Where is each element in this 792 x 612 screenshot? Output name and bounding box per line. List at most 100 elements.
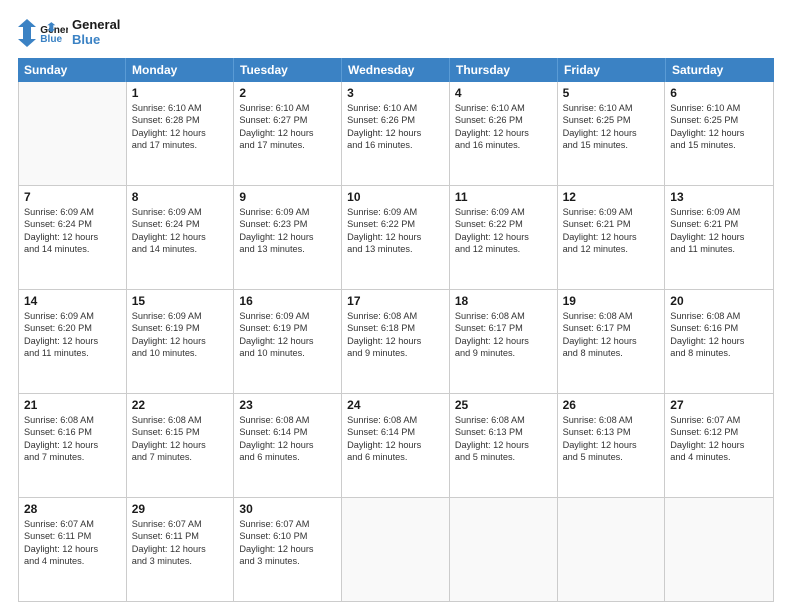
day-number: 16 [239, 294, 336, 308]
cell-line: Sunset: 6:11 PM [24, 530, 121, 542]
day-number: 6 [670, 86, 768, 100]
cell-line: Sunset: 6:24 PM [24, 218, 121, 230]
cell-line: and 16 minutes. [347, 139, 444, 151]
cell-line: Daylight: 12 hours [24, 335, 121, 347]
cell-line: Sunrise: 6:09 AM [24, 310, 121, 322]
cell-line: and 6 minutes. [239, 451, 336, 463]
cell-line: Daylight: 12 hours [239, 127, 336, 139]
cell-line: and 10 minutes. [132, 347, 229, 359]
cell-line: Sunrise: 6:08 AM [132, 414, 229, 426]
cell-line: and 6 minutes. [347, 451, 444, 463]
header-day-thursday: Thursday [450, 58, 558, 82]
cell-line: Daylight: 12 hours [239, 231, 336, 243]
cell-line: Daylight: 12 hours [563, 335, 660, 347]
calendar-cell-empty-4-3 [342, 498, 450, 601]
calendar-cell-4: 4Sunrise: 6:10 AMSunset: 6:26 PMDaylight… [450, 82, 558, 185]
cell-line: Sunrise: 6:08 AM [239, 414, 336, 426]
calendar-cell-18: 18Sunrise: 6:08 AMSunset: 6:17 PMDayligh… [450, 290, 558, 393]
cell-line: Sunrise: 6:09 AM [563, 206, 660, 218]
cell-line: Sunrise: 6:09 AM [239, 310, 336, 322]
calendar: SundayMondayTuesdayWednesdayThursdayFrid… [18, 58, 774, 602]
cell-line: Daylight: 12 hours [239, 439, 336, 451]
cell-line: and 9 minutes. [347, 347, 444, 359]
cell-line: Sunset: 6:28 PM [132, 114, 229, 126]
cell-line: Sunrise: 6:07 AM [132, 518, 229, 530]
calendar-cell-11: 11Sunrise: 6:09 AMSunset: 6:22 PMDayligh… [450, 186, 558, 289]
day-number: 23 [239, 398, 336, 412]
day-number: 28 [24, 502, 121, 516]
page: General Blue General Blue SundayMondayTu… [0, 0, 792, 612]
day-number: 3 [347, 86, 444, 100]
cell-line: Sunset: 6:21 PM [563, 218, 660, 230]
cell-line: Daylight: 12 hours [455, 439, 552, 451]
cell-line: Sunrise: 6:10 AM [455, 102, 552, 114]
header: General Blue General Blue [18, 18, 774, 48]
cell-line: and 13 minutes. [239, 243, 336, 255]
logo-icon: General Blue [40, 22, 68, 44]
day-number: 9 [239, 190, 336, 204]
day-number: 5 [563, 86, 660, 100]
cell-line: Daylight: 12 hours [24, 543, 121, 555]
cell-line: Sunrise: 6:10 AM [132, 102, 229, 114]
cell-line: Sunrise: 6:08 AM [563, 310, 660, 322]
day-number: 18 [455, 294, 552, 308]
cell-line: Daylight: 12 hours [455, 127, 552, 139]
header-day-saturday: Saturday [666, 58, 774, 82]
calendar-cell-25: 25Sunrise: 6:08 AMSunset: 6:13 PMDayligh… [450, 394, 558, 497]
cell-line: Daylight: 12 hours [24, 439, 121, 451]
calendar-cell-10: 10Sunrise: 6:09 AMSunset: 6:22 PMDayligh… [342, 186, 450, 289]
day-number: 26 [563, 398, 660, 412]
cell-line: Sunset: 6:17 PM [563, 322, 660, 334]
cell-line: and 10 minutes. [239, 347, 336, 359]
cell-line: Sunset: 6:10 PM [239, 530, 336, 542]
cell-line: Sunrise: 6:10 AM [563, 102, 660, 114]
calendar-header: SundayMondayTuesdayWednesdayThursdayFrid… [18, 58, 774, 82]
calendar-cell-7: 7Sunrise: 6:09 AMSunset: 6:24 PMDaylight… [19, 186, 127, 289]
calendar-cell-6: 6Sunrise: 6:10 AMSunset: 6:25 PMDaylight… [665, 82, 773, 185]
cell-line: and 9 minutes. [455, 347, 552, 359]
calendar-cell-12: 12Sunrise: 6:09 AMSunset: 6:21 PMDayligh… [558, 186, 666, 289]
header-day-sunday: Sunday [18, 58, 126, 82]
cell-line: Sunrise: 6:10 AM [239, 102, 336, 114]
calendar-row-0: 1Sunrise: 6:10 AMSunset: 6:28 PMDaylight… [19, 82, 773, 186]
day-number: 19 [563, 294, 660, 308]
cell-line: Daylight: 12 hours [455, 231, 552, 243]
header-day-monday: Monday [126, 58, 234, 82]
calendar-cell-22: 22Sunrise: 6:08 AMSunset: 6:15 PMDayligh… [127, 394, 235, 497]
day-number: 15 [132, 294, 229, 308]
cell-line: Sunset: 6:25 PM [563, 114, 660, 126]
cell-line: Daylight: 12 hours [239, 335, 336, 347]
cell-line: Sunset: 6:20 PM [24, 322, 121, 334]
day-number: 30 [239, 502, 336, 516]
calendar-cell-30: 30Sunrise: 6:07 AMSunset: 6:10 PMDayligh… [234, 498, 342, 601]
cell-line: Sunrise: 6:09 AM [132, 206, 229, 218]
cell-line: Daylight: 12 hours [347, 231, 444, 243]
cell-line: Sunset: 6:17 PM [455, 322, 552, 334]
cell-line: Daylight: 12 hours [132, 335, 229, 347]
day-number: 7 [24, 190, 121, 204]
cell-line: and 16 minutes. [455, 139, 552, 151]
calendar-cell-14: 14Sunrise: 6:09 AMSunset: 6:20 PMDayligh… [19, 290, 127, 393]
day-number: 13 [670, 190, 768, 204]
cell-line: Daylight: 12 hours [670, 439, 768, 451]
cell-line: Sunrise: 6:09 AM [455, 206, 552, 218]
cell-line: Sunset: 6:13 PM [455, 426, 552, 438]
calendar-cell-26: 26Sunrise: 6:08 AMSunset: 6:13 PMDayligh… [558, 394, 666, 497]
cell-line: Sunset: 6:19 PM [239, 322, 336, 334]
cell-line: and 7 minutes. [24, 451, 121, 463]
calendar-cell-3: 3Sunrise: 6:10 AMSunset: 6:26 PMDaylight… [342, 82, 450, 185]
cell-line: and 5 minutes. [563, 451, 660, 463]
cell-line: and 11 minutes. [670, 243, 768, 255]
cell-line: and 12 minutes. [563, 243, 660, 255]
logo: General Blue General Blue [18, 18, 120, 48]
cell-line: Sunset: 6:13 PM [563, 426, 660, 438]
cell-line: and 17 minutes. [239, 139, 336, 151]
day-number: 2 [239, 86, 336, 100]
cell-line: Daylight: 12 hours [239, 543, 336, 555]
cell-line: Daylight: 12 hours [347, 439, 444, 451]
cell-line: Sunrise: 6:09 AM [239, 206, 336, 218]
cell-line: and 8 minutes. [670, 347, 768, 359]
cell-line: Sunset: 6:27 PM [239, 114, 336, 126]
cell-line: Daylight: 12 hours [563, 231, 660, 243]
header-day-tuesday: Tuesday [234, 58, 342, 82]
